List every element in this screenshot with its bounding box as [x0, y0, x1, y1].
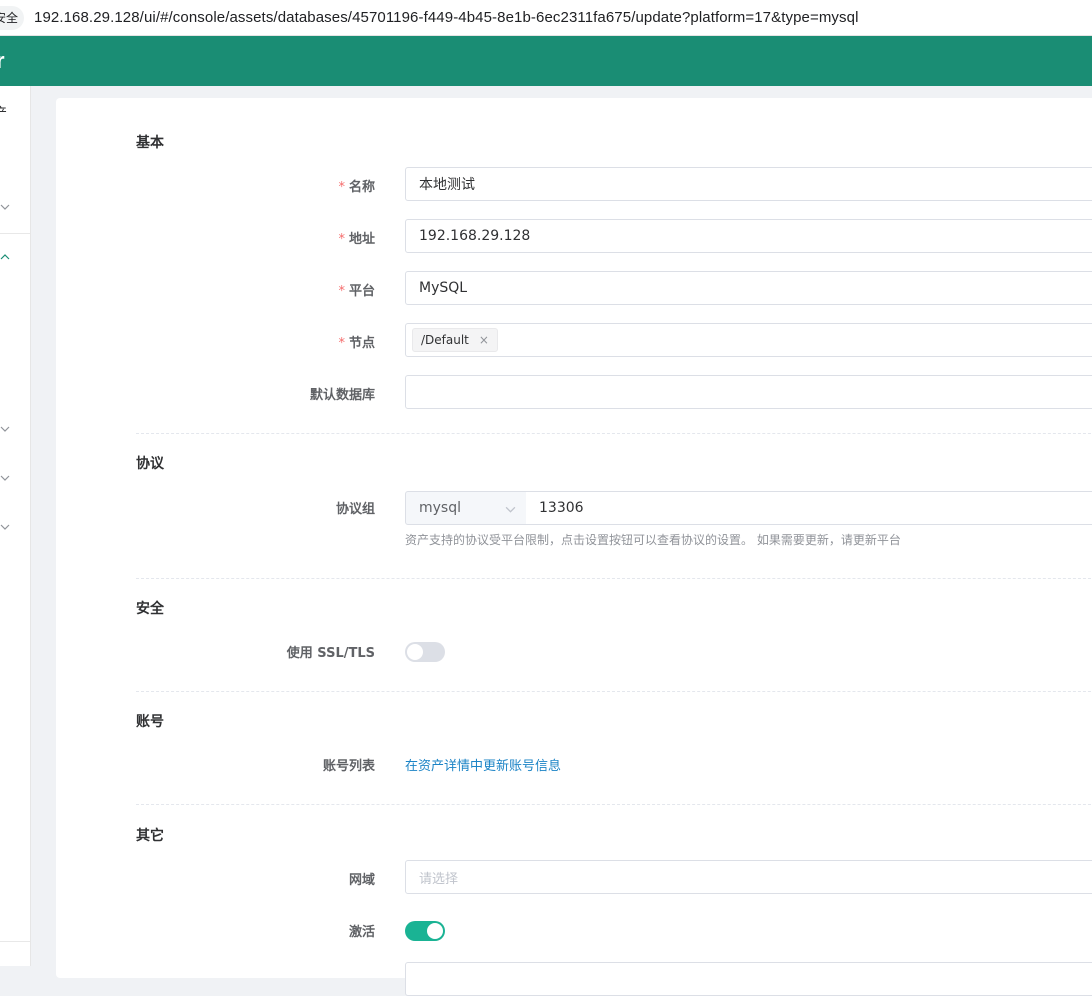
chevron-down-icon[interactable]	[0, 473, 12, 485]
asset-form-card: 基本 * 名称 本地测试 * 地址 192.168.29.128 * 平台 MySQL…	[56, 98, 1092, 996]
name-input-value: 本地测试	[419, 177, 475, 193]
address-input[interactable]: 192.168.29.128	[405, 219, 1092, 253]
accounts-label: 账号列表	[322, 759, 375, 774]
chevron-down-icon[interactable]	[0, 522, 12, 534]
toggle-knob	[427, 923, 443, 939]
close-icon[interactable]: ×	[479, 333, 489, 347]
nodes-label: * 节点	[338, 336, 375, 351]
node-tag: /Default ×	[412, 328, 498, 352]
url-text[interactable]: 192.168.29.128/ui/#/console/assets/datab…	[34, 9, 858, 26]
domain-select[interactable]: 请选择	[405, 860, 1092, 894]
protocol-hint: 资产支持的协议受平台限制，点击设置按钮可以查看协议的设置。 如果需要更新，请更新…	[405, 533, 901, 547]
chevron-up-icon[interactable]	[0, 252, 12, 264]
section-divider	[136, 691, 1092, 692]
next-field-input[interactable]	[405, 962, 1092, 996]
protocol-port-value: 13306	[539, 500, 584, 516]
protocol-select[interactable]: mysql	[405, 491, 527, 525]
use-ssl-label: 使用 SSL/TLS	[286, 646, 375, 661]
section-title-account: 账号	[136, 714, 164, 730]
domain-select-placeholder: 请选择	[419, 871, 459, 887]
default-db-input[interactable]	[405, 375, 1092, 409]
app-header: r	[0, 36, 1092, 86]
active-toggle[interactable]	[405, 921, 445, 941]
active-label: 激活	[348, 925, 375, 940]
section-divider	[136, 433, 1092, 434]
node-tag-label: /Default	[421, 333, 469, 347]
chevron-down-icon[interactable]	[0, 424, 12, 436]
platform-select[interactable]: MySQL	[405, 271, 1092, 305]
chevron-down-icon[interactable]	[0, 202, 12, 214]
required-mark: *	[338, 180, 345, 195]
name-input[interactable]: 本地测试	[405, 167, 1092, 201]
required-mark: *	[338, 284, 345, 299]
app-logo[interactable]: r	[0, 48, 5, 74]
section-divider	[136, 578, 1092, 579]
protocol-select-value: mysql	[419, 500, 461, 516]
section-title-other: 其它	[136, 828, 164, 844]
protocol-port-input[interactable]: 13306	[526, 491, 1092, 525]
security-chip-label: 安全	[0, 11, 19, 25]
use-ssl-toggle[interactable]	[405, 642, 445, 662]
security-chip[interactable]: 安全	[0, 5, 25, 30]
address-input-value: 192.168.29.128	[419, 228, 531, 244]
browser-address-bar: 安全 192.168.29.128/ui/#/console/assets/da…	[0, 0, 1092, 36]
section-title-protocol: 协议	[136, 456, 164, 472]
address-label: * 地址	[338, 232, 375, 247]
required-mark: *	[338, 336, 345, 351]
sidebar: 产	[0, 86, 31, 966]
section-title-security: 安全	[136, 601, 164, 617]
protocol-group-label: 协议组	[335, 502, 375, 517]
required-mark: *	[338, 232, 345, 247]
platform-label: * 平台	[338, 284, 375, 299]
default-db-label: 默认数据库	[309, 388, 375, 403]
toggle-knob	[407, 644, 423, 660]
nodes-select[interactable]: /Default ×	[405, 323, 1092, 357]
sidebar-item-label[interactable]: 产	[0, 102, 7, 121]
sidebar-divider	[0, 941, 30, 942]
name-label: * 名称	[338, 180, 375, 195]
sidebar-divider	[0, 233, 30, 234]
domain-label: 网域	[348, 873, 375, 888]
section-title-basic: 基本	[136, 135, 164, 151]
update-accounts-link[interactable]: 在资产详情中更新账号信息	[405, 755, 561, 774]
section-divider	[136, 804, 1092, 805]
platform-select-value: MySQL	[419, 280, 468, 296]
chevron-down-icon	[505, 503, 516, 519]
